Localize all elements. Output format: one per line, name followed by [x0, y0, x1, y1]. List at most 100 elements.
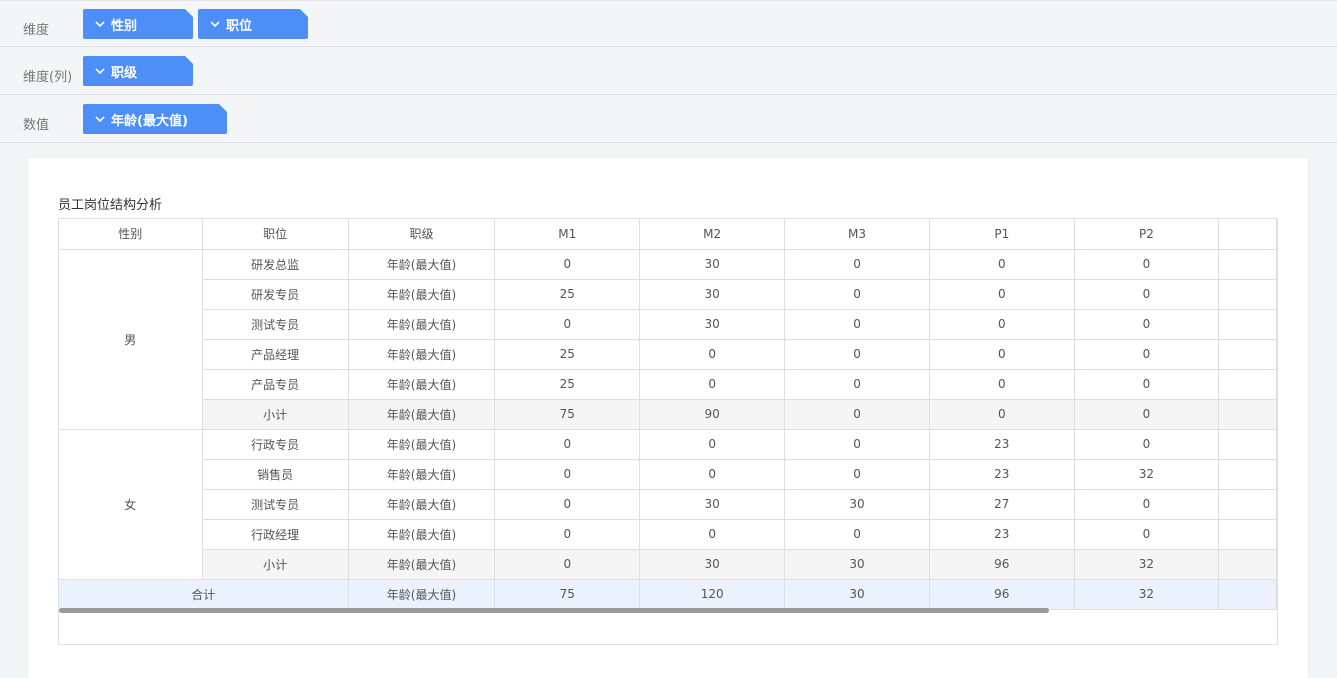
value-cell: 30	[639, 249, 786, 280]
group-cell-male: 男	[59, 249, 203, 430]
value-cell: 96	[929, 579, 1075, 610]
group-cell-female: 女	[59, 429, 203, 580]
subtotal-row: 小计 年龄(最大值) 75 90 0 0 0	[59, 399, 1277, 430]
position-cell: 产品专员	[202, 369, 349, 400]
position-cell: 行政经理	[202, 519, 349, 550]
chip-grade[interactable]: 职级	[83, 56, 193, 86]
overflow-cell	[1218, 279, 1277, 310]
value-cell: 0	[494, 489, 641, 520]
metric-cell: 年龄(最大值)	[348, 279, 496, 310]
chip-age-max[interactable]: 年龄(最大值)	[83, 104, 227, 134]
chip-position[interactable]: 职位	[198, 9, 308, 39]
value-cell: 0	[929, 249, 1075, 280]
chevron-down-icon	[93, 112, 107, 126]
chip-gender[interactable]: 性别	[83, 9, 193, 39]
overflow-cell	[1218, 459, 1277, 490]
chevron-down-icon	[93, 17, 107, 31]
row-dimension-label: 维度	[23, 23, 50, 38]
value-cell: 25	[494, 369, 641, 400]
value-cell: 75	[494, 399, 641, 430]
value-cell: 96	[929, 549, 1075, 580]
pivot-table: 性别 职位 职级 M1 M2 M3 P1 P2 男 研发总监 年龄(最大值) 0…	[59, 219, 1277, 610]
chip-label: 年龄(最大值)	[111, 113, 188, 129]
table-row: 销售员 年龄(最大值) 0 0 0 23 32	[59, 459, 1277, 490]
metric-cell: 年龄(最大值)	[348, 249, 496, 280]
value-cell: 30	[784, 579, 930, 610]
value-dimension-bar: 数值 年龄(最大值)	[0, 96, 1337, 143]
report-title: 员工岗位结构分析	[58, 198, 163, 213]
value-cell: 0	[1074, 249, 1220, 280]
value-cell: 0	[494, 519, 641, 550]
value-cell: 30	[639, 549, 786, 580]
pivot-table-container: 性别 职位 职级 M1 M2 M3 P1 P2 男 研发总监 年龄(最大值) 0…	[58, 218, 1278, 645]
value-cell: 23	[929, 519, 1075, 550]
position-cell: 小计	[202, 399, 349, 430]
value-cell: 0	[929, 369, 1075, 400]
value-cell: 25	[494, 339, 641, 370]
overflow-cell	[1218, 519, 1277, 550]
value-cell: 30	[784, 489, 930, 520]
header-row: 性别 职位 职级 M1 M2 M3 P1 P2	[59, 219, 1277, 250]
chip-label: 职级	[111, 65, 138, 81]
horizontal-scrollbar[interactable]	[59, 608, 1049, 613]
table-row: 测试专员 年龄(最大值) 0 30 0 0 0	[59, 309, 1277, 340]
value-cell: 0	[784, 399, 930, 430]
overflow-cell	[1218, 489, 1277, 520]
total-label-cell: 合计	[59, 579, 349, 610]
table-row: 男 研发总监 年龄(最大值) 0 30 0 0 0	[59, 249, 1277, 430]
value-cell: 30	[639, 309, 786, 340]
value-cell: 0	[929, 309, 1075, 340]
value-cell: 32	[1074, 459, 1220, 490]
metric-cell: 年龄(最大值)	[348, 579, 496, 610]
position-cell: 测试专员	[202, 309, 349, 340]
chip-label: 性别	[111, 18, 138, 34]
header-cell: 性别	[59, 219, 203, 250]
value-cell: 30	[784, 549, 930, 580]
value-cell: 0	[639, 459, 786, 490]
value-cell: 0	[1074, 309, 1220, 340]
header-cell: P2	[1074, 219, 1220, 250]
table-row: 产品专员 年龄(最大值) 25 0 0 0 0	[59, 369, 1277, 400]
table-row: 产品经理 年龄(最大值) 25 0 0 0 0	[59, 339, 1277, 370]
overflow-cell	[1218, 309, 1277, 340]
metric-cell: 年龄(最大值)	[348, 549, 496, 580]
value-cell: 0	[494, 429, 641, 460]
value-cell: 0	[1074, 279, 1220, 310]
value-cell: 0	[784, 369, 930, 400]
overflow-cell	[1218, 399, 1277, 430]
value-cell: 0	[929, 339, 1075, 370]
chip-label: 职位	[226, 18, 253, 34]
value-cell: 0	[494, 309, 641, 340]
value-cell: 0	[784, 279, 930, 310]
value-cell: 0	[494, 249, 641, 280]
overflow-cell	[1218, 549, 1277, 580]
report-card: 员工岗位结构分析 性别 职位 职级 M1 M2 M3 P1 P2 男 研发总监 …	[28, 158, 1308, 678]
value-cell: 0	[1074, 339, 1220, 370]
value-cell: 0	[494, 459, 641, 490]
column-dimension-bar: 维度(列) 职级	[0, 48, 1337, 95]
value-cell: 0	[639, 369, 786, 400]
value-cell: 30	[639, 279, 786, 310]
metric-cell: 年龄(最大值)	[348, 459, 496, 490]
metric-cell: 年龄(最大值)	[348, 489, 496, 520]
value-cell: 75	[494, 579, 641, 610]
value-cell: 0	[784, 429, 930, 460]
value-cell: 27	[929, 489, 1075, 520]
table-row: 女 行政专员 年龄(最大值) 0 0 0 23 0	[59, 429, 1277, 580]
position-cell: 小计	[202, 549, 349, 580]
header-cell: 职位	[202, 219, 349, 250]
header-cell-overflow	[1218, 219, 1277, 250]
value-cell: 32	[1074, 579, 1220, 610]
subtotal-row: 小计 年龄(最大值) 0 30 30 96 32	[59, 549, 1277, 580]
value-cell: 0	[1074, 369, 1220, 400]
metric-cell: 年龄(最大值)	[348, 309, 496, 340]
chevron-down-icon	[93, 64, 107, 78]
metric-cell: 年龄(最大值)	[348, 369, 496, 400]
value-cell: 120	[639, 579, 786, 610]
value-cell: 0	[1074, 489, 1220, 520]
total-row: 合计 年龄(最大值) 75 120 30 96 32	[59, 579, 1277, 610]
chevron-down-icon	[208, 17, 222, 31]
position-cell: 研发总监	[202, 249, 349, 280]
column-dimension-label: 维度(列)	[23, 70, 73, 85]
row-dimension-bar: 维度 性别 职位	[0, 0, 1337, 47]
